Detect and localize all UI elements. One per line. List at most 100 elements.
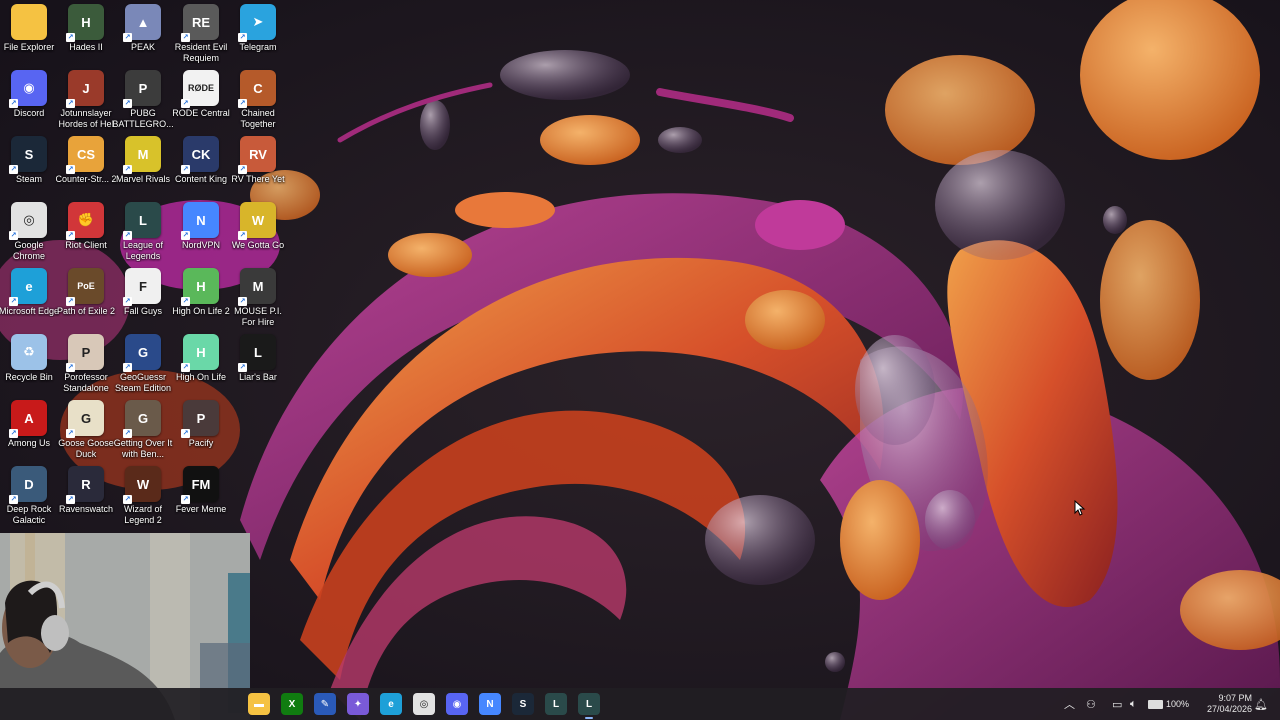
taskbar-xbox-button[interactable]: X (281, 693, 303, 715)
shortcut-arrow-icon: ↗ (9, 429, 18, 438)
desktop-icon-rv-there-yet[interactable]: RV ↗ RV There Yet (229, 136, 287, 202)
desktop-icon-among-us[interactable]: A ↗ Among Us (0, 400, 58, 466)
desktop-icon-steam[interactable]: S ↗ Steam (0, 136, 58, 202)
nordvpn-icon: N (486, 698, 494, 710)
jotunnslayer-icon: J ↗ (66, 70, 104, 108)
desktop-icon-edge[interactable]: e ↗ Microsoft Edge (0, 268, 59, 334)
icon-glyph: RØDE (187, 83, 214, 93)
taskbar-chrome-button[interactable]: ◎ (413, 693, 435, 715)
desktop-icon-chained-together[interactable]: C ↗ Chained Together (229, 70, 287, 136)
taskbar-copilot-button[interactable]: ✦ (347, 693, 369, 715)
desktop-icon-label: Goose Goose Duck (58, 438, 114, 459)
desktop-icon-path-of-exile[interactable]: PoE ↗ Path of Exile 2 (57, 268, 115, 334)
desktop-icon-rode[interactable]: RØDE ↗ RODE Central (172, 70, 230, 136)
taskbar-file-explorer-button[interactable]: ▬ (248, 693, 270, 715)
shortcut-arrow-icon: ↗ (238, 33, 247, 42)
taskbar: ▬ X ✎ ✦ e ◎ ◉ N S L L ︿ ⚇ ▭ 🔈︎ 100% 9:07 PM 27/04/… (0, 688, 1280, 720)
desktop-icon-fever-meme[interactable]: FM ↗ Fever Meme (172, 466, 230, 532)
shortcut-arrow-icon: ↗ (9, 297, 18, 306)
desktop-icon-chrome[interactable]: ◎ ↗ Google Chrome (0, 202, 58, 268)
desktop-icon-counter-strike[interactable]: CS ↗ Counter-Str... 2 (55, 136, 117, 202)
shortcut-arrow-icon: ↗ (9, 231, 18, 240)
desktop-icon-hades[interactable]: H ↗ Hades II (57, 4, 115, 70)
ravenswatch-icon: R ↗ (66, 466, 104, 504)
desktop-icon-mouse-pi[interactable]: M ↗ MOUSE P.I. For Hire (229, 268, 287, 334)
desktop-icon-folder[interactable]: File Explorer (0, 4, 58, 70)
desktop-icon-label: Marvel Rivals (115, 174, 170, 184)
shortcut-arrow-icon: ↗ (181, 495, 190, 504)
icon-glyph: FM (191, 476, 211, 492)
desktop-icon-riot-client[interactable]: ✊ ↗ Riot Client (57, 202, 115, 268)
desktop-icon-label: Deep Rock Galactic (6, 504, 52, 525)
desktop-icon-label: Google Chrome (12, 240, 45, 261)
shortcut-arrow-icon: ↗ (181, 429, 190, 438)
taskbar-tool-button[interactable]: ✎ (314, 693, 336, 715)
icon-glyph: G (80, 410, 92, 426)
icon-glyph: L (139, 212, 147, 228)
desktop-icon-resident-evil[interactable]: RE ↗ Resident Evil Requiem (172, 4, 230, 70)
desktop-icon-league[interactable]: L ↗ League of Legends (114, 202, 172, 268)
icon-glyph: ◉ (23, 80, 35, 95)
clock-time: 9:07 PM (1218, 693, 1252, 703)
peak-icon: ▲ ↗ (123, 4, 161, 42)
tray-app-icon[interactable]: ⚇ (1086, 688, 1096, 720)
desktop-icon-telegram[interactable]: ➤ ↗ Telegram (229, 4, 287, 70)
desktop-icon-label: PUBG BATTLEGRO... (112, 108, 174, 129)
taskbar-league-active-button[interactable]: L (578, 693, 600, 719)
resident-evil-icon: RE ↗ (181, 4, 219, 42)
display-icon[interactable]: ▭ (1112, 688, 1122, 720)
volume-button[interactable]: 🔈︎ (1130, 688, 1137, 720)
desktop-icon-label: NordVPN (181, 240, 220, 250)
desktop-icon-pubg[interactable]: P ↗ PUBG BATTLEGRO... (112, 70, 174, 136)
desktop-icon-getting-over-it[interactable]: G ↗ Getting Over It with Ben... (114, 400, 172, 466)
desktop-icon-liars-bar[interactable]: L ↗ Liar's Bar (229, 334, 287, 400)
desktop-icon-nordvpn[interactable]: N ↗ NordVPN (172, 202, 230, 268)
taskbar-steam-chat-button[interactable]: S (512, 693, 534, 715)
battery-indicator[interactable]: 100% (1148, 688, 1189, 720)
desktop-icon-wizard-of-legend[interactable]: W ↗ Wizard of Legend 2 (114, 466, 172, 532)
tray-app-icon-glyph: ⚇ (1086, 698, 1096, 711)
desktop-icon-label: We Gotta Go (231, 240, 285, 250)
desktop-icon-label: Pacify (188, 438, 214, 448)
notifications-button[interactable]: 🔔︎ (1254, 688, 1268, 720)
desktop-icon-peak[interactable]: ▲ ↗ PEAK (114, 4, 172, 70)
desktop-icon-pacify[interactable]: P ↗ Pacify (172, 400, 230, 466)
desktop-icon-we-gotta-go[interactable]: W ↗ We Gotta Go (229, 202, 287, 268)
clock-date: 27/04/2026 (1206, 704, 1252, 714)
desktop-icon-marvel-rivals[interactable]: M ↗ Marvel Rivals (114, 136, 172, 202)
desktop-icon-label: Wizard of Legend 2 (123, 504, 162, 525)
desktop-icon-discord[interactable]: ◉ ↗ Discord (0, 70, 58, 136)
recycle-bin-icon: ♻ (11, 334, 47, 370)
among-us-icon: A ↗ (9, 400, 47, 438)
desktop-icon-high-on-life-2[interactable]: H ↗ High On Life 2 (172, 268, 230, 334)
desktop-icon-label: Discord (13, 108, 45, 118)
desktop-icon-porofessor[interactable]: P ↗ Porofessor Standalone (57, 334, 115, 400)
tool-icon: ✎ (320, 698, 330, 710)
desktop-icon-goose-goose-duck[interactable]: G ↗ Goose Goose Duck (57, 400, 115, 466)
speaker-icon: 🔈︎ (1130, 697, 1137, 710)
desktop-icon-label: RODE Central (172, 108, 230, 118)
icon-glyph: ♻ (23, 344, 35, 359)
edge-icon: e (388, 698, 394, 710)
desktop-icon-label: High On Life 2 (172, 306, 230, 316)
desktop-icon-label: Content King (174, 174, 228, 184)
clock[interactable]: 9:07 PM 27/04/2026 (1196, 688, 1252, 720)
desktop-icon-content-king[interactable]: CK ↗ Content King (172, 136, 230, 202)
show-hidden-icons-button[interactable]: ︿ (1064, 688, 1075, 720)
desktop-icon-recycle-bin[interactable]: ♻ Recycle Bin (0, 334, 58, 400)
desktop-icon-high-on-life[interactable]: H ↗ High On Life (172, 334, 230, 400)
xbox-icon: X (288, 698, 296, 710)
desktop-icon-geoguessr[interactable]: G ↗ GeoGuessr Steam Edition (114, 334, 172, 400)
taskbar-edge-button[interactable]: e (380, 693, 402, 715)
getting-over-it-icon: G ↗ (123, 400, 161, 438)
shortcut-arrow-icon: ↗ (66, 297, 75, 306)
desktop-icon-jotunnslayer[interactable]: J ↗ Jotunnslayer Hordes of Hel (57, 70, 115, 136)
high-on-life-icon: H ↗ (181, 334, 219, 372)
desktop-icon-deep-rock-galactic[interactable]: D ↗ Deep Rock Galactic (0, 466, 58, 532)
desktop-icon-fall-guys[interactable]: F ↗ Fall Guys (114, 268, 172, 334)
taskbar-league-button[interactable]: L (545, 693, 567, 715)
taskbar-nordvpn-button[interactable]: N (479, 693, 501, 715)
taskbar-discord-button[interactable]: ◉ (446, 693, 468, 715)
folder-icon (11, 4, 47, 40)
desktop-icon-ravenswatch[interactable]: R ↗ Ravenswatch (57, 466, 115, 532)
